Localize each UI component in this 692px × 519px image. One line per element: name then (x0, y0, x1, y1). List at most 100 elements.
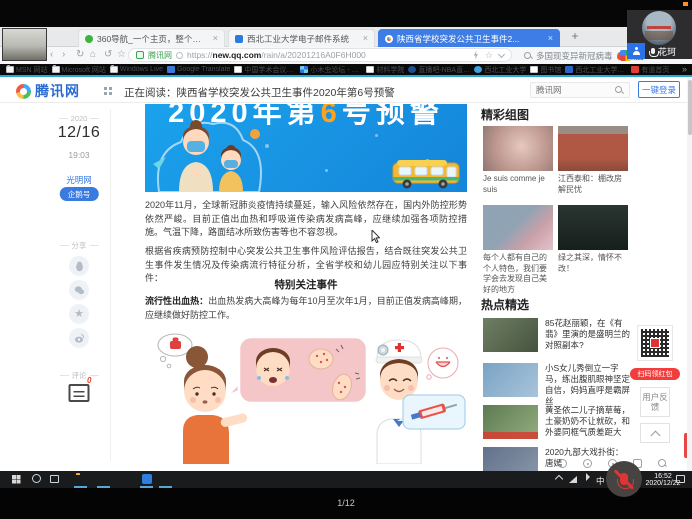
tab-360-homepage[interactable]: 360导航_一个主页，整个世界 × (78, 29, 225, 47)
participant-tile[interactable] (627, 43, 645, 59)
favorite-share-icon[interactable]: ★ (69, 304, 89, 324)
emoji-icon[interactable] (558, 459, 567, 468)
hot-item-thumb[interactable] (483, 363, 538, 397)
login-button[interactable]: 一键登录 (638, 81, 680, 98)
tencent-logo[interactable]: 腾讯网 (16, 81, 80, 101)
school-bus-illustration (391, 159, 463, 189)
folder-icon (52, 66, 60, 73)
bookmark-item[interactable]: Google Translate (167, 66, 230, 73)
forward-icon[interactable]: › (62, 49, 65, 61)
app-icon[interactable] (142, 474, 152, 484)
publish-date: 12/16 (48, 124, 110, 142)
bookmark-item[interactable]: MSN 网站 (6, 65, 48, 75)
folder-icon (6, 66, 14, 73)
ime-indicator[interactable]: 中 (596, 475, 605, 487)
zoom-icon[interactable] (658, 459, 667, 468)
gallery-caption[interactable]: 江西泰和：棚改房 解民忧 (558, 174, 628, 195)
hot-item-title[interactable]: 黄圣依二儿子摘草莓，土豪奶奶不让就砍，和外婆同框气质差距大 (545, 405, 631, 438)
chevron-down-icon[interactable] (498, 50, 505, 57)
hot-item-thumb[interactable] (483, 318, 538, 352)
tab-favicon-icon (235, 35, 243, 43)
video-frame: 360导航_一个主页，整个世界 × 西北工业大学电子邮件系统 × 陕西省学校突发… (0, 0, 692, 519)
page-icon (530, 66, 538, 73)
source-link[interactable]: 光明网 (48, 174, 110, 186)
publish-time: 19:03 (48, 150, 110, 160)
gallery-caption[interactable]: Je suis comme je suis (483, 174, 553, 195)
tab-title: 西北工业大学电子邮件系统 (247, 33, 359, 45)
site-header: 腾讯网 正在阅读：陕西省学校突发公共卫生事件2020年第6号预警 一键登录 (0, 77, 692, 103)
bookmark-item[interactable]: 中国学术会议网 收... (234, 65, 296, 75)
qq-share-icon[interactable] (69, 256, 89, 276)
gallery-image[interactable] (558, 126, 628, 171)
youdao-icon (631, 66, 639, 73)
article-page: 2020 12/16 19:03 光明网 企鹅号 分享 ★ 评论 0 2020年… (0, 103, 692, 471)
apps-grid-icon[interactable] (104, 87, 107, 90)
search-icon (615, 86, 623, 94)
logo-text: 腾讯网 (35, 81, 80, 101)
task-view-icon[interactable] (50, 475, 59, 483)
back-icon[interactable]: ‹ (50, 49, 53, 61)
favorite-star-icon[interactable]: ☆ (485, 51, 493, 60)
weibo-share-icon[interactable] (69, 328, 89, 348)
scrollbar-thumb[interactable] (688, 80, 692, 135)
speed-mode-icon[interactable] (473, 51, 479, 60)
bookmark-item[interactable]: 有道首页 (631, 65, 669, 75)
comment-icon[interactable] (69, 384, 90, 402)
home-icon[interactable]: ⌂ (90, 49, 96, 61)
close-icon[interactable]: × (548, 34, 553, 43)
address-bar[interactable]: 腾讯网 https://new.qq.com/rain/a/20201216A0… (128, 48, 512, 62)
feedback-button[interactable]: 用户反馈 (640, 387, 670, 417)
red-packet-button[interactable]: 扫码领红包 (630, 368, 680, 380)
back-to-top-button[interactable] (640, 423, 670, 443)
bookmark-item[interactable]: 材料学院 (366, 65, 404, 75)
settings-gear-icon[interactable] (583, 459, 592, 468)
article-banner-image: 2020年第6号预警 (145, 104, 467, 192)
bookmark-item[interactable]: 直播吧-NBA直播(比... (408, 65, 470, 75)
bookmark-item[interactable]: 西北工业大学电子邮... (565, 65, 627, 75)
site-search-box[interactable] (530, 82, 630, 98)
bookmark-item[interactable]: 图书馆 (530, 65, 561, 75)
sports-icon (408, 66, 416, 73)
network-icon[interactable] (569, 476, 577, 483)
gallery-image[interactable] (483, 126, 553, 171)
bookmarks-overflow-chevron[interactable]: » (682, 64, 687, 74)
hot-item-thumb[interactable] (483, 405, 538, 439)
gallery-caption[interactable]: 每个人都有自己的个人特色，我们要学会去发现自己美好的地方 (483, 253, 553, 295)
page-scrollbar[interactable] (687, 77, 692, 471)
page-indicator: 1/12 (0, 498, 692, 508)
mic-muted-bubble[interactable] (606, 461, 642, 497)
address-bar-tools: ☆ (473, 51, 504, 60)
bookmark-item[interactable]: Microsoft 网站 (52, 65, 106, 75)
publish-year: 2020 (48, 114, 110, 123)
gallery-image[interactable] (483, 205, 553, 250)
hot-item-title[interactable]: 85花赵丽颖，在《有翡》里演的是盛明兰的对照副本? (545, 318, 631, 351)
bookmark-item[interactable]: 小木虫论坛 - 学术科研... (300, 65, 362, 75)
action-center-icon[interactable] (676, 475, 685, 483)
wechat-share-icon[interactable] (69, 280, 89, 300)
comment-count: 0 (87, 376, 91, 385)
tab-active-article[interactable]: 陕西省学校突发公共卫生事件2... × (378, 29, 560, 47)
participant-overlay[interactable]: 花珂 (627, 10, 692, 59)
undo-icon[interactable]: ↺ (104, 49, 112, 61)
tab-nwpu-mail[interactable]: 西北工业大学电子邮件系统 × (228, 29, 375, 47)
cortana-icon[interactable] (32, 474, 41, 483)
close-icon[interactable]: × (213, 34, 218, 43)
mail-icon (565, 66, 573, 73)
hot-item-title[interactable]: 小S女儿秀倒立一字马，练出腹肌眼神坚定自信，妈妈直呼是霸屏丝 (545, 363, 631, 407)
bookmark-item[interactable]: 西北工业大学 (474, 65, 526, 75)
gallery-caption[interactable]: 绿之其深，情怀不改！ (558, 253, 628, 274)
hot-section-title: 热点精选 (481, 296, 529, 313)
bookmark-item[interactable]: Windows Live (110, 66, 163, 73)
close-icon[interactable]: × (363, 34, 368, 43)
forum-icon (300, 66, 308, 73)
gallery-image[interactable] (558, 205, 628, 250)
source-badge[interactable]: 企鹅号 (60, 187, 99, 201)
open-app-indicator (97, 486, 110, 488)
site-search-input[interactable] (536, 85, 612, 95)
bookmark-star-icon[interactable]: ☆ (117, 49, 126, 61)
masked-figures-illustration (151, 112, 271, 192)
start-icon[interactable] (12, 475, 16, 479)
new-tab-button[interactable]: + (567, 28, 583, 44)
refresh-icon[interactable]: ↻ (76, 49, 84, 61)
tray-expand-icon[interactable] (555, 475, 563, 483)
